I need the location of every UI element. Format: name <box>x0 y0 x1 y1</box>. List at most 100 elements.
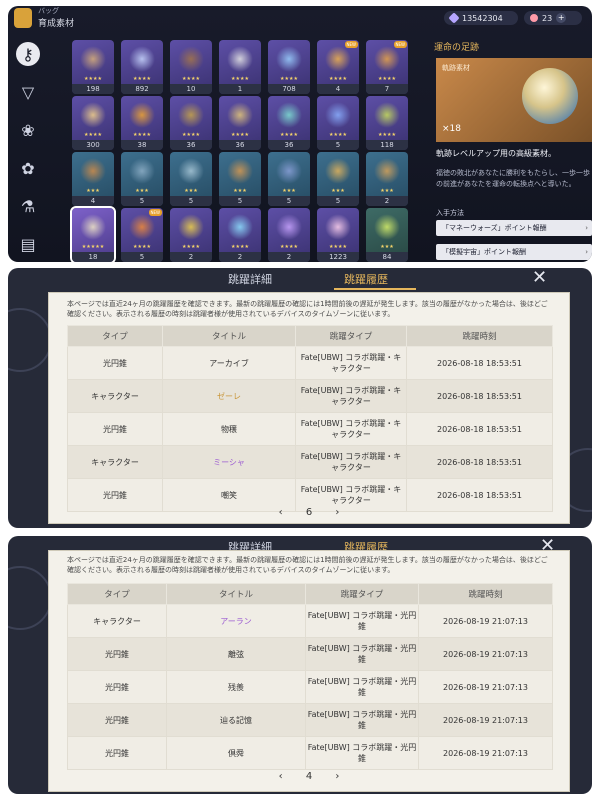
item-quantity: 1 <box>219 84 261 94</box>
inventory-item[interactable]: ★★★★ 36 <box>170 96 212 150</box>
inventory-item[interactable]: ★★★ 5 <box>121 152 163 206</box>
tab-warp-history[interactable]: 跳躍履歴 <box>344 271 388 287</box>
inventory-item[interactable]: ★★★ 2 <box>366 152 408 206</box>
close-icon[interactable]: ✕ <box>532 269 547 287</box>
add-jade-button[interactable]: + <box>556 13 567 23</box>
tab-warp-details[interactable]: 跳躍詳細 <box>228 271 272 287</box>
inventory-item[interactable]: ★★★★ 36 <box>268 96 310 150</box>
inventory-item[interactable]: ★★★★ 5 NEW <box>121 208 163 262</box>
item-icon <box>80 102 106 128</box>
inventory-item[interactable]: ★★★★ 2 <box>219 208 261 262</box>
inventory-item[interactable]: ★★★ 5 <box>170 152 212 206</box>
cell-title: 物穣 <box>162 412 296 446</box>
inventory-item[interactable]: ★★★★ 300 <box>72 96 114 150</box>
inventory-item[interactable]: ★★★★ 10 <box>170 40 212 94</box>
cell-title: ミーシャ <box>162 445 296 479</box>
chevron-right-icon: › <box>585 248 588 256</box>
table-row: 光円錐 辿る記憶 Fate[UBW] コラボ跳躍・光円錐 2026-08-19 21:… <box>67 703 553 737</box>
material-icon[interactable]: ❀ <box>16 118 40 142</box>
rarity-stars: ★★★★ <box>280 244 298 250</box>
table-row: 光円錐 倶舜 Fate[UBW] コラボ跳躍・光円錐 2026-08-19 21:07… <box>67 736 553 770</box>
inventory-item[interactable]: ★★★ 84 <box>366 208 408 262</box>
cell-title: 辿る記憶 <box>166 703 306 737</box>
inventory-item[interactable]: ★★★ 5 <box>268 152 310 206</box>
cell-type: キャラクター <box>67 604 167 638</box>
currency-pass[interactable]: 13542304 <box>444 11 518 25</box>
inventory-item[interactable]: ★★★ 5 <box>219 152 261 206</box>
item-quantity: 38 <box>121 140 163 150</box>
cell-type: 光円錐 <box>67 346 163 380</box>
cone-icon[interactable]: ▽ <box>16 80 40 104</box>
source-button-simulated-universe[interactable]: 「模擬宇宙」ポイント報酬 › <box>436 244 592 260</box>
rarity-stars: ★★★★ <box>231 132 249 138</box>
item-quantity: 2 <box>268 252 310 262</box>
inventory-item[interactable]: ★★★ 4 <box>72 152 114 206</box>
col-warp-type: 跳躍タイプ <box>305 583 419 605</box>
inventory-item[interactable]: ★★★★ 2 <box>170 208 212 262</box>
item-icon <box>227 158 253 184</box>
item-icon <box>374 214 400 240</box>
inventory-item[interactable]: ★★★★ 2 <box>268 208 310 262</box>
inventory-item[interactable]: ★★★★★ 18 <box>70 206 116 262</box>
item-icon <box>129 102 155 128</box>
gift-icon[interactable]: ✿ <box>16 156 40 180</box>
rarity-stars: ★★★★ <box>182 132 200 138</box>
bag-subtitle: 育成素材 <box>38 19 75 29</box>
currency-jade[interactable]: 23 + <box>524 11 582 25</box>
inventory-item[interactable]: ★★★★ 118 <box>366 96 408 150</box>
prev-page-button[interactable]: ‹ <box>279 771 283 782</box>
rarity-stars: ★★★★ <box>378 132 396 138</box>
item-quantity: 300 <box>72 140 114 150</box>
warp-history-panel-b: 跳躍詳細 跳躍履歴 ✕ 本ページでは直近24ヶ月の跳躍履歴を確認できます。最新の… <box>8 536 592 794</box>
item-quantity: 4 <box>317 84 359 94</box>
key-icon[interactable]: ⚷ <box>16 42 40 66</box>
item-icon <box>178 214 204 240</box>
next-page-button[interactable]: › <box>335 771 339 782</box>
rarity-stars: ★★★★ <box>231 244 249 250</box>
cell-warp-type: Fate[UBW] コラボ跳躍・光円錐 <box>305 604 419 638</box>
bag-title: バッグ <box>38 7 59 15</box>
inventory-item[interactable]: ★★★★ 892 <box>121 40 163 94</box>
item-quantity: 5 <box>170 196 212 206</box>
inventory-item[interactable]: ★★★★ 38 <box>121 96 163 150</box>
inventory-item[interactable]: ★★★★ 36 <box>219 96 261 150</box>
inventory-item[interactable]: ★★★★ 5 <box>317 96 359 150</box>
cell-type: 光円錐 <box>67 637 167 671</box>
item-icon <box>178 46 204 72</box>
inventory-item[interactable]: ★★★★ 1223 <box>317 208 359 262</box>
item-quantity: 5 <box>317 140 359 150</box>
item-quantity: 2 <box>170 252 212 262</box>
inventory-item[interactable]: ★★★★ 198 <box>72 40 114 94</box>
prev-page-button[interactable]: ‹ <box>279 507 283 518</box>
inventory-item[interactable]: ★★★ 5 <box>317 152 359 206</box>
item-quantity: 5 <box>121 252 163 262</box>
rarity-stars: ★★★★ <box>280 76 298 82</box>
cell-warp-time: 2026-08-19 21:07:13 <box>418 736 553 770</box>
cell-warp-type: Fate[UBW] コラボ跳躍・キャラクター <box>295 412 407 446</box>
inventory-item[interactable]: ★★★★ 7 NEW <box>366 40 408 94</box>
inventory-item[interactable]: ★★★★ 4 NEW <box>317 40 359 94</box>
item-quantity: 892 <box>121 84 163 94</box>
item-icon <box>325 102 351 128</box>
cell-warp-time: 2026-08-18 18:53:51 <box>406 445 553 479</box>
next-page-button[interactable]: › <box>335 507 339 518</box>
rarity-stars: ★★★★ <box>378 76 396 82</box>
active-tab-underline <box>334 288 416 290</box>
inventory-item[interactable]: ★★★★ 708 <box>268 40 310 94</box>
new-badge: NEW <box>148 209 162 216</box>
item-quantity: 84 <box>366 252 408 262</box>
item-icon <box>325 46 351 72</box>
col-warp-time: 跳躍時刻 <box>418 583 553 605</box>
rarity-stars: ★★★★ <box>182 244 200 250</box>
item-icon <box>80 214 106 240</box>
rarity-stars: ★★★★ <box>280 132 298 138</box>
inventory-item[interactable]: ★★★★ 1 <box>219 40 261 94</box>
item-icon <box>129 214 155 240</box>
rarity-stars: ★★★ <box>86 188 100 194</box>
item-icon <box>178 158 204 184</box>
item-quantity: 36 <box>219 140 261 150</box>
clipboard-icon[interactable]: ▤ <box>16 232 40 256</box>
item-icon <box>276 46 302 72</box>
flask-icon[interactable]: ⚗ <box>16 194 40 218</box>
source-button-money-wars[interactable]: 「マネーウォーズ」ポイント報酬 › <box>436 220 592 236</box>
